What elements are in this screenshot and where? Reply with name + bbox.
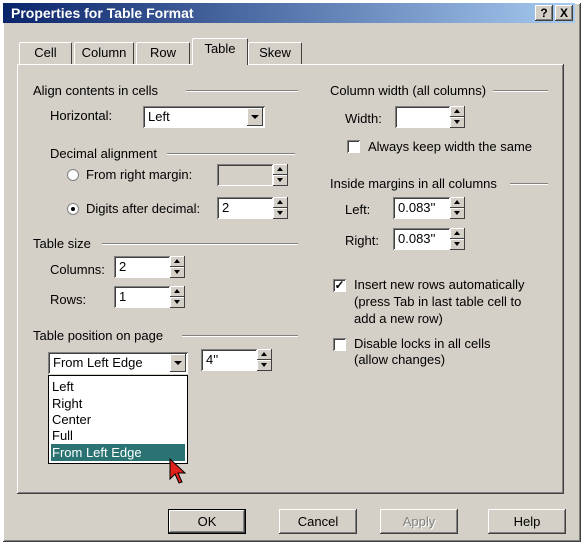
decimal-group-label: Decimal alignment [50,146,157,161]
digits-after-decimal-label: Digits after decimal: [86,201,201,216]
insert-rows-label-line2: (press Tab in last table cell to [354,294,522,309]
position-option[interactable]: Left [51,378,185,395]
margin-left-field[interactable]: 0.083'' [393,197,450,219]
width-field[interactable] [395,106,450,128]
margin-left-label: Left: [345,202,371,217]
position-dropdown-button[interactable] [170,354,186,372]
rows-label: Rows: [50,292,87,307]
position-offset-field[interactable]: 4'' [201,349,257,371]
position-option[interactable]: Right [51,395,185,412]
position-select[interactable]: From Left Edge [48,352,188,374]
position-group-label: Table position on page [33,328,164,343]
digits-after-decimal-radio[interactable] [67,203,79,215]
insert-rows-checkbox[interactable]: ✓ [333,279,346,292]
margin-left-spinner[interactable] [450,197,465,219]
from-right-margin-spinner[interactable] [273,164,288,186]
margins-group-label: Inside margins in all columns [330,176,497,191]
digits-after-decimal-field[interactable]: 2 [217,197,273,219]
panel-content: Align contents in cells Horizontal: Left… [0,0,587,546]
position-option-selected[interactable]: From Left Edge [51,444,185,461]
margin-right-spinner[interactable] [450,228,465,250]
insert-rows-label-line3: add a new row) [354,311,443,326]
from-right-margin-radio[interactable] [67,169,79,181]
digits-after-decimal-spinner[interactable] [273,197,288,219]
columns-spinner[interactable] [170,256,185,278]
align-group-line [186,90,298,92]
columns-label: Columns: [50,262,105,277]
margin-right-label: Right: [345,233,379,248]
column-width-group-line [493,90,548,92]
margins-group-line [510,183,548,185]
margin-right-field[interactable]: 0.083'' [393,228,450,250]
position-option[interactable]: Full [51,427,185,444]
horizontal-dropdown-button[interactable] [247,108,263,126]
table-size-group-line [102,243,298,245]
align-group-label: Align contents in cells [33,83,159,98]
columns-field[interactable]: 2 [114,256,170,278]
mouse-cursor-icon [169,457,187,484]
decimal-group-line [167,153,295,155]
position-group-line [182,335,298,337]
rows-spinner[interactable] [170,286,185,308]
position-dropdown-list[interactable]: Left Right Center Full From Left Edge [48,375,188,464]
rows-field[interactable]: 1 [114,286,170,308]
insert-rows-label-line1: Insert new rows automatically [354,277,525,292]
disable-locks-label-line2: (allow changes) [354,352,446,367]
column-width-group-label: Column width (all columns) [330,83,487,98]
from-right-margin-label: From right margin: [86,167,193,182]
table-size-group-label: Table size [33,236,91,251]
position-offset-spinner[interactable] [257,349,272,371]
width-spinner[interactable] [450,106,465,128]
disable-locks-label-line1: Disable locks in all cells [354,336,491,351]
width-label: Width: [345,111,382,126]
horizontal-label: Horizontal: [50,108,113,123]
keep-width-same-label: Always keep width the same [368,139,533,154]
position-option[interactable]: Center [51,411,185,428]
keep-width-same-checkbox[interactable] [347,140,360,153]
disable-locks-checkbox[interactable] [333,338,346,351]
from-right-margin-field[interactable] [217,164,273,186]
